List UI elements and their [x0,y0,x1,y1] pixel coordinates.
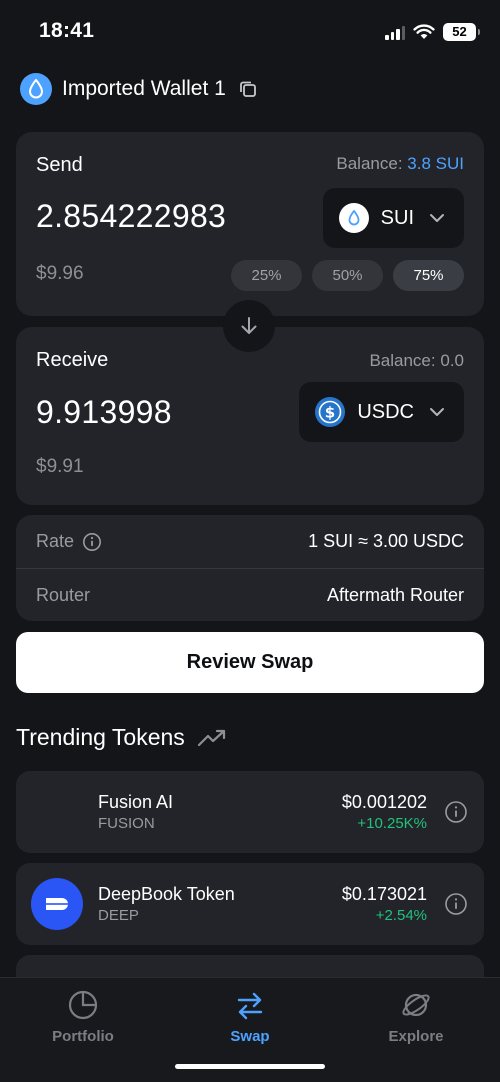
tab-explore[interactable]: Explore [356,988,476,1045]
send-balance-label: Balance: [336,154,403,173]
send-amount-input[interactable]: 2.854222983 [36,198,226,235]
receive-amount: 9.913998 [36,394,172,430]
rate-label: Rate [36,531,75,551]
chevron-down-icon [430,214,444,222]
status-icons: 52 [385,20,480,44]
token-symbol: FUSION [98,815,155,832]
send-token-selector[interactable]: SUI [322,188,464,248]
router-row: Router Aftermath Router [16,569,484,622]
trending-token-row[interactable]: Fusion AI FUSION $0.001202 +10.25K% [16,771,484,853]
info-icon[interactable] [444,892,468,916]
tab-portfolio[interactable]: Portfolio [23,988,143,1045]
planet-icon [402,993,430,1017]
receive-balance: Balance: 0.0 [369,351,464,371]
trending-title: Trending Tokens [16,724,185,750]
status-bar: 18:41 52 [0,0,500,62]
usdc-token-icon: $ [315,397,346,427]
info-icon[interactable] [82,532,102,552]
swap-arrows-icon [237,992,263,1020]
tab-label: Explore [388,1028,444,1045]
svg-text:$: $ [325,404,335,422]
rate-row: Rate 1 SUI ≈ 3.00 USDC [16,515,484,568]
receive-token-selector[interactable]: $ USDC [299,382,464,442]
percent-50-button[interactable]: 50% [312,260,383,291]
copy-icon[interactable] [238,79,258,99]
token-price: $0.001202 [341,792,427,812]
token-logo [31,786,83,838]
token-name: Fusion AI [98,792,174,812]
trending-header: Trending Tokens [16,724,227,751]
token-change: +10.25K% [357,815,427,832]
send-balance-value[interactable]: 3.8 SUI [407,154,464,173]
send-card: Send Balance: 3.8 SUI 2.854222983 SUI $9… [16,132,484,316]
tab-swap[interactable]: Swap [190,988,310,1045]
wifi-icon [413,24,435,39]
status-time: 18:41 [39,19,95,42]
send-label: Send [36,154,83,176]
receive-fiat-value: $9.91 [36,456,84,477]
review-swap-button[interactable]: Review Swap [16,632,484,693]
receive-label: Receive [36,349,109,371]
cellular-signal-icon [385,24,405,40]
sui-token-icon [338,203,369,233]
send-balance: Balance: 3.8 SUI [336,154,464,174]
battery-indicator: 52 [443,23,480,41]
tab-label: Swap [230,1028,270,1045]
receive-balance-label: Balance: [369,351,436,370]
wallet-name: Imported Wallet 1 [62,77,226,100]
receive-balance-value: 0.0 [440,351,464,370]
percent-25-button[interactable]: 25% [231,260,302,291]
deepbook-logo-icon [31,878,83,930]
swap-direction-button[interactable] [223,300,275,352]
wallet-header[interactable]: Imported Wallet 1 [20,72,258,106]
chevron-down-icon [430,408,444,416]
swap-details-card: Rate 1 SUI ≈ 3.00 USDC Router Aftermath … [16,515,484,621]
trending-up-icon [197,729,225,746]
info-icon[interactable] [444,800,468,824]
send-token-name: SUI [380,206,414,229]
router-value: Aftermath Router [326,585,464,605]
receive-token-name: USDC [357,400,414,423]
token-symbol: DEEP [98,907,139,924]
rate-value: 1 SUI ≈ 3.00 USDC [308,531,464,551]
tab-label: Portfolio [52,1028,114,1045]
sui-drop-icon [20,73,52,105]
home-indicator [175,1064,325,1069]
router-label: Router [36,585,91,605]
swap-screen: 18:41 52 Imported Wallet 1 Send Balance:… [0,0,500,1082]
percent-options: 25% 50% 75% [231,260,464,291]
token-price: $0.173021 [341,884,427,904]
receive-card: Receive Balance: 0.0 9.913998 $ USDC $9.… [16,327,484,505]
percent-75-button[interactable]: 75% [393,260,464,291]
pie-chart-icon [68,990,98,1020]
trending-token-row[interactable]: DeepBook Token DEEP $0.173021 +2.54% [16,863,484,945]
token-change: +2.54% [375,907,427,924]
token-name: DeepBook Token [98,884,235,904]
send-fiat-value: $9.96 [36,263,84,284]
arrow-down-icon [241,317,257,334]
